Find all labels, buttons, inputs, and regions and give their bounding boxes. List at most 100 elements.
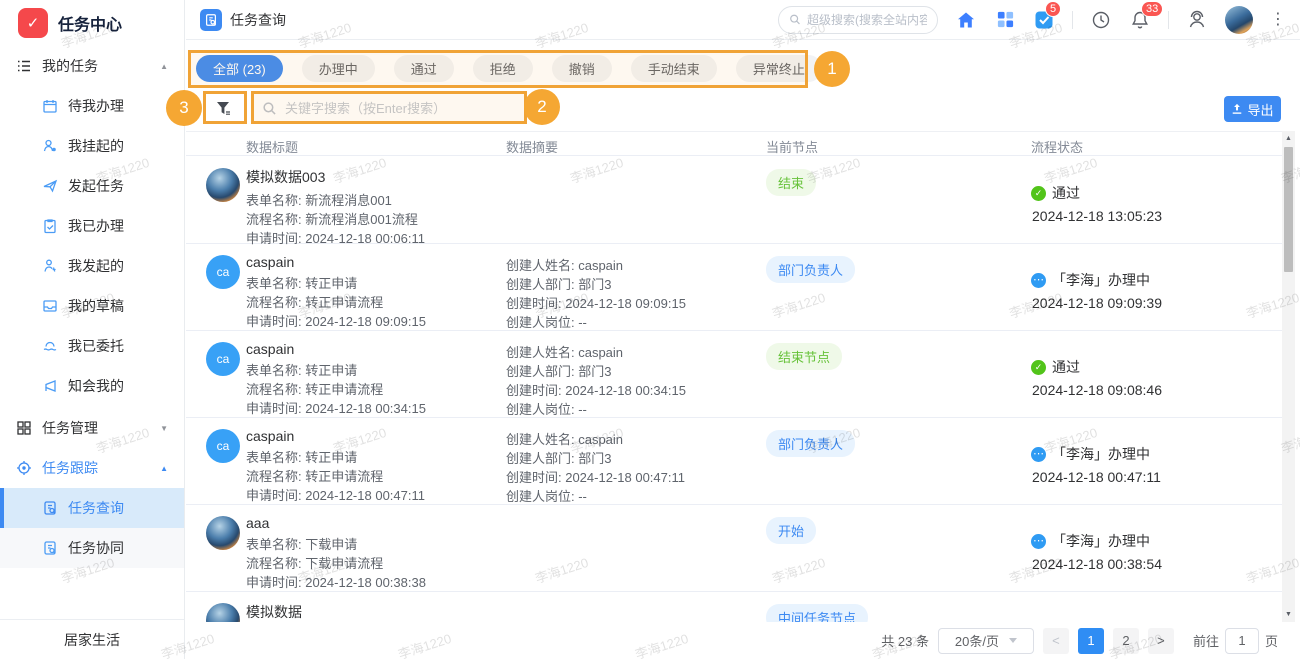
table-row[interactable]: ca caspain 表单名称: 转正申请 流程名称: 转正申请流程 申请时间:… [186,244,1282,331]
chevron-down-icon [1009,638,1017,643]
meta-line: 申请时间: 2024-12-18 00:47:11 [246,486,425,505]
export-button[interactable]: 导出 [1224,96,1281,122]
summary-line: 创建人部门: 部门3 [506,362,686,381]
table-row[interactable]: 模拟数据003 表单名称: 新流程消息001 流程名称: 新流程消息001流程 … [186,157,1282,244]
node-badge: 中间任务节点 [766,604,868,622]
history-button[interactable] [1090,9,1112,31]
sidebar-item-initiate-task[interactable]: 发起任务 [0,166,184,206]
scroll-down-arrow[interactable]: ▼ [1282,608,1295,621]
scroll-up-arrow[interactable]: ▲ [1282,132,1295,145]
app-logo-row: ✓ 任务中心 [0,0,184,46]
tab-rejected[interactable]: 拒绝 [473,55,533,82]
apps-button[interactable] [994,9,1016,31]
tab-manual-end[interactable]: 手动结束 [631,55,717,82]
row-title: caspain [246,428,425,444]
user-avatar[interactable] [1225,6,1253,34]
todo-button[interactable]: 5 [1033,9,1055,31]
support-button[interactable] [1186,9,1208,31]
sidebar-group-label: 我的任务 [42,56,98,76]
sidebar-group-my-tasks[interactable]: 我的任务 ▲ [0,46,184,86]
sidebar-item-cc-to-me[interactable]: 知会我的 [0,366,184,406]
status-processing-icon [1031,447,1046,462]
calendar-icon [42,98,58,114]
divider [1168,11,1169,29]
vertical-scrollbar[interactable]: ▲ ▼ [1282,131,1295,622]
status-date: 2024-12-18 13:05:23 [1032,208,1162,224]
status-date: 2024-12-18 09:08:46 [1032,382,1162,398]
summary-line: 创建人姓名: caspain [506,256,686,275]
tab-all[interactable]: 全部 (23) [196,55,283,82]
app-logo-icon: ✓ [18,8,48,38]
sidebar-item-handled[interactable]: 我已办理 [0,206,184,246]
global-search[interactable] [778,6,938,34]
column-header: 数据标题 [246,137,298,156]
summary-line: 创建人部门: 部门3 [506,275,686,294]
avatar [206,603,240,622]
sidebar-group-task-track[interactable]: 任务跟踪 ▲ [0,448,184,488]
tab-processing[interactable]: 办理中 [302,55,375,82]
page-title: 任务查询 [230,10,286,30]
doc-search-icon [42,500,58,516]
status-success-icon [1031,360,1046,375]
sidebar-item-label: 知会我的 [68,376,124,396]
sidebar-group-label: 任务跟踪 [42,458,98,478]
notifications-button[interactable]: 33 [1129,9,1151,31]
goto-unit: 页 [1265,631,1278,650]
table-body: 模拟数据003 表单名称: 新流程消息001 流程名称: 新流程消息001流程 … [186,157,1282,622]
meta-line: 表单名称: 转正申请 [246,274,426,293]
sidebar-footer[interactable]: 居家生活 [0,619,184,659]
sidebar-group-task-manage[interactable]: 任务管理 ▼ [0,408,184,448]
megaphone-icon [42,378,58,394]
table-row[interactable]: ca caspain 表单名称: 转正申请 流程名称: 转正申请流程 申请时间:… [186,331,1282,418]
sidebar-item-delegated[interactable]: 我已委托 [0,326,184,366]
avatar: ca [206,342,240,376]
table-row[interactable]: 模拟数据 中间任务节点 [186,592,1282,622]
prev-page-button[interactable]: < [1043,628,1069,654]
status-success-icon [1031,186,1046,201]
more-menu-icon[interactable]: ⋮ [1270,15,1286,25]
clipboard-check-icon [42,218,58,234]
status-text: 「李海」办理中 [1052,444,1150,464]
tab-approved[interactable]: 通过 [394,55,454,82]
keyword-search-input[interactable] [285,101,500,116]
node-badge: 部门负责人 [766,256,855,283]
sidebar-item-task-collab[interactable]: 任务协同 [0,528,184,568]
sidebar-item-initiated-by-me[interactable]: 我发起的 [0,246,184,286]
clock-icon [1091,10,1111,30]
sidebar-item-label: 我挂起的 [68,136,124,156]
avatar [206,168,240,202]
tab-abnormal-end[interactable]: 异常终止 [736,55,822,82]
next-page-button[interactable]: > [1148,628,1174,654]
avatar: ca [206,255,240,289]
sidebar-item-todo[interactable]: 待我办理 [0,86,184,126]
page-size-select[interactable]: 20条/页 [938,628,1034,654]
sidebar-item-label: 我已办理 [68,216,124,236]
home-button[interactable] [955,9,977,31]
status-text: 「李海」办理中 [1052,531,1150,551]
global-search-input[interactable] [807,13,927,27]
meta-line: 表单名称: 转正申请 [246,448,425,467]
page-button-2[interactable]: 2 [1113,628,1139,654]
avatar: ca [206,429,240,463]
sidebar-item-drafts[interactable]: 我的草稿 [0,286,184,326]
tab-revoked[interactable]: 撤销 [552,55,612,82]
table-row[interactable]: ca caspain 表单名称: 转正申请 流程名称: 转正申请流程 申请时间:… [186,418,1282,505]
chevron-down-icon: ▼ [160,424,168,433]
summary-line: 创建人岗位: -- [506,487,685,506]
pagination-bar: 共 23 条 20条/页 < 1 2 > 前往 页 [186,622,1300,659]
filter-button[interactable] [203,95,243,122]
table-row[interactable]: aaa 表单名称: 下载申请 流程名称: 下载申请流程 申请时间: 2024-1… [186,505,1282,592]
row-title: 模拟数据003 [246,167,425,187]
summary-line: 创建人姓名: caspain [506,343,686,362]
sidebar-item-suspended[interactable]: 我挂起的 [0,126,184,166]
sidebar-item-label: 发起任务 [68,176,124,196]
sidebar-item-task-query[interactable]: 任务查询 [0,488,184,528]
topbar-actions: 5 33 ⋮ [778,6,1286,34]
sidebar-item-label: 我已委托 [68,336,124,356]
page-size-value: 20条/页 [955,631,999,650]
status-processing-icon [1031,273,1046,288]
page-button-1[interactable]: 1 [1078,628,1104,654]
goto-page-input[interactable] [1225,628,1259,654]
main-area: 任务查询 5 33 [186,0,1300,659]
scrollbar-thumb[interactable] [1284,147,1293,272]
